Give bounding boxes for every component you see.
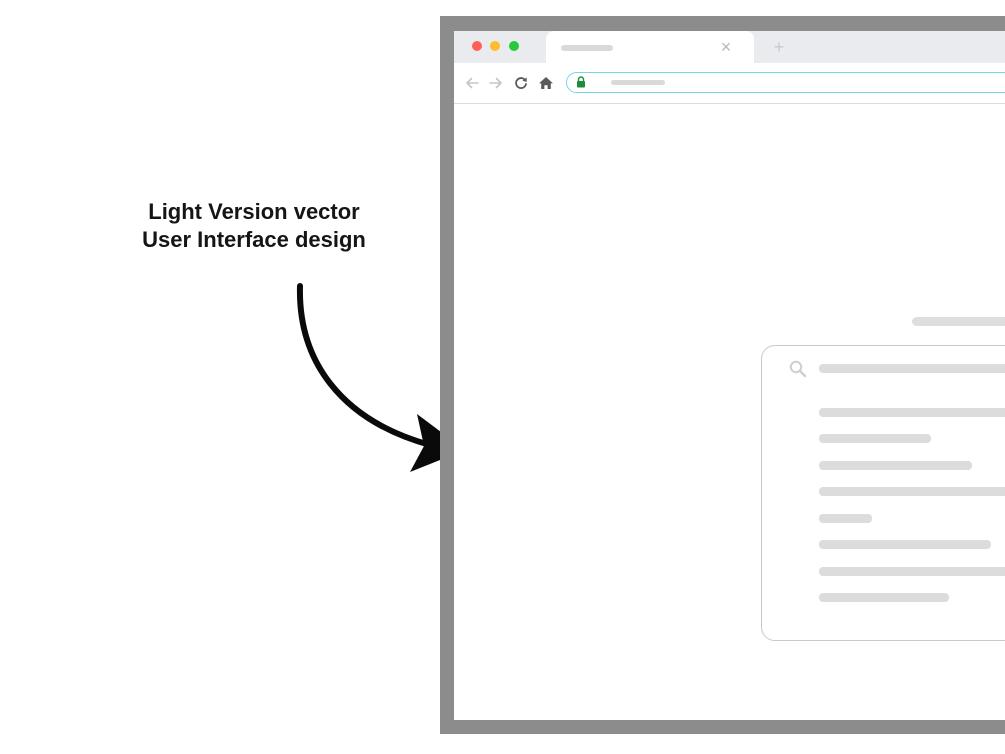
- tab-bar: × +: [454, 31, 1005, 63]
- close-window-button[interactable]: [472, 41, 482, 51]
- minimize-window-button[interactable]: [490, 41, 500, 51]
- search-icon[interactable]: [788, 359, 808, 379]
- new-tab-button[interactable]: +: [770, 36, 788, 58]
- result-line-5[interactable]: [819, 514, 872, 523]
- result-line-2[interactable]: [819, 434, 931, 443]
- search-results-panel: [761, 345, 1005, 641]
- result-line-7[interactable]: [819, 567, 1005, 576]
- caption-line-1: Light Version vector: [148, 199, 360, 224]
- home-icon[interactable]: [538, 75, 554, 91]
- tab-title-placeholder: [561, 45, 613, 51]
- result-line-1[interactable]: [819, 408, 1005, 417]
- caption-line-2: User Interface design: [142, 227, 366, 252]
- result-line-3[interactable]: [819, 461, 972, 470]
- back-arrow-icon[interactable]: [464, 75, 480, 91]
- browser-frame: × +: [440, 16, 1005, 734]
- result-line-4[interactable]: [819, 487, 1005, 496]
- zoom-window-button[interactable]: [509, 41, 519, 51]
- caption: Light Version vector User Interface desi…: [120, 198, 388, 254]
- url-placeholder: [611, 80, 665, 85]
- heading-placeholder-bar: [912, 317, 1005, 326]
- browser-window: × +: [454, 31, 1005, 720]
- search-query-placeholder[interactable]: [819, 364, 1005, 373]
- browser-toolbar: [454, 63, 1005, 104]
- lock-icon: [577, 76, 585, 88]
- tab-active[interactable]: ×: [546, 31, 754, 63]
- result-line-8[interactable]: [819, 593, 949, 602]
- forward-arrow-icon[interactable]: [488, 75, 504, 91]
- tab-close-button[interactable]: ×: [717, 36, 735, 58]
- address-bar[interactable]: [566, 72, 1005, 93]
- result-line-6[interactable]: [819, 540, 991, 549]
- reload-icon[interactable]: [513, 75, 529, 91]
